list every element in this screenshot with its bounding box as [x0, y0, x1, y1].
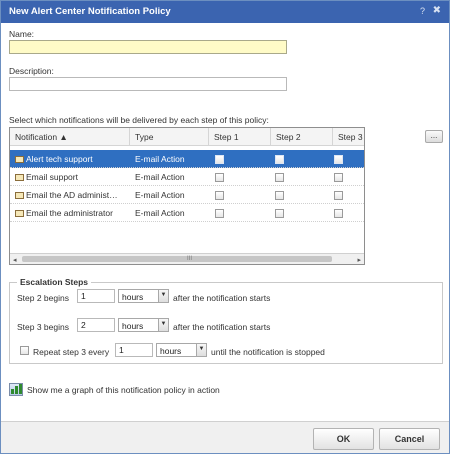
description-input[interactable] — [9, 77, 287, 91]
notification-type: E-mail Action — [135, 154, 185, 164]
step2-checkbox[interactable] — [275, 191, 284, 200]
step3-suffix: after the notification starts — [173, 322, 271, 332]
dialog-title: New Alert Center Notification Policy — [9, 6, 171, 17]
ok-button[interactable]: OK — [313, 428, 374, 450]
repeat-suffix: until the notification is stopped — [211, 347, 325, 357]
step3-unit-select[interactable]: hours ▼ — [118, 318, 169, 332]
scroll-grip-icon: III — [187, 256, 193, 262]
notification-type: E-mail Action — [135, 172, 185, 182]
table-row[interactable]: Email the administrator E-mail Action — [10, 204, 364, 222]
step2-checkbox[interactable] — [275, 209, 284, 218]
step2-value-input[interactable] — [77, 289, 115, 303]
step1-checkbox[interactable] — [215, 155, 224, 164]
repeat-value-input[interactable] — [115, 343, 153, 357]
column-header-step1[interactable]: Step 1 — [209, 128, 271, 146]
step1-checkbox[interactable] — [215, 173, 224, 182]
notification-name: Email the administrator — [26, 208, 113, 218]
step2-begins-label: Step 2 begins — [17, 293, 69, 303]
chevron-down-icon: ▼ — [196, 344, 206, 356]
horizontal-scrollbar[interactable]: ◂ III ▸ — [10, 253, 364, 264]
envelope-icon — [15, 156, 24, 163]
notification-type: E-mail Action — [135, 208, 185, 218]
step2-unit-select[interactable]: hours ▼ — [118, 289, 169, 303]
envelope-icon — [15, 210, 24, 217]
step2-checkbox[interactable] — [275, 173, 284, 182]
notification-name: Email the AD administ… — [26, 190, 118, 200]
notification-type: E-mail Action — [135, 190, 185, 200]
step3-value-input[interactable] — [77, 318, 115, 332]
envelope-icon — [15, 192, 24, 199]
step3-checkbox[interactable] — [334, 191, 343, 200]
help-icon[interactable]: ? — [420, 6, 425, 16]
column-header-step2[interactable]: Step 2 — [271, 128, 333, 146]
description-label: Description: — [9, 66, 54, 76]
grid-header: Notification ▲ Type Step 1 Step 2 Step 3 — [10, 128, 364, 146]
graph-icon[interactable] — [9, 383, 23, 396]
notification-name: Email support — [26, 172, 78, 182]
column-header-notification[interactable]: Notification ▲ — [10, 128, 130, 146]
scroll-right-icon[interactable]: ▸ — [357, 256, 361, 264]
step1-checkbox[interactable] — [215, 191, 224, 200]
step2-checkbox[interactable] — [275, 155, 284, 164]
escalation-steps-legend: Escalation Steps — [17, 277, 92, 287]
step3-checkbox[interactable] — [334, 209, 343, 218]
table-row[interactable]: Email support E-mail Action — [10, 168, 364, 186]
notification-name: Alert tech support — [26, 154, 93, 164]
repeat-step3-checkbox[interactable] — [20, 346, 29, 355]
step3-checkbox[interactable] — [334, 173, 343, 182]
close-icon[interactable]: ✖ — [433, 5, 441, 16]
scrollbar-thumb[interactable]: III — [22, 256, 332, 262]
repeat-unit-select[interactable]: hours ▼ — [156, 343, 207, 357]
name-input[interactable] — [9, 40, 287, 54]
column-header-type[interactable]: Type — [130, 128, 209, 146]
scroll-left-icon[interactable]: ◂ — [13, 256, 17, 264]
name-label: Name: — [9, 29, 35, 39]
step2-suffix: after the notification starts — [173, 293, 271, 303]
table-row[interactable]: Alert tech support E-mail Action — [10, 150, 364, 168]
chevron-down-icon: ▼ — [158, 290, 168, 302]
repeat-step3-label: Repeat step 3 every — [33, 347, 110, 357]
grid-instructions: Select which notifications will be deliv… — [9, 115, 269, 125]
step1-checkbox[interactable] — [215, 209, 224, 218]
cancel-button[interactable]: Cancel — [379, 428, 440, 450]
step3-begins-label: Step 3 begins — [17, 322, 69, 332]
envelope-icon — [15, 174, 24, 181]
notification-grid: Notification ▲ Type Step 1 Step 2 Step 3… — [9, 127, 365, 265]
dialog-window: New Alert Center Notification Policy ? ✖… — [0, 0, 450, 454]
chevron-down-icon: ▼ — [158, 319, 168, 331]
table-row[interactable]: Email the AD administ… E-mail Action — [10, 186, 364, 204]
show-graph-link[interactable]: Show me a graph of this notification pol… — [27, 385, 220, 395]
title-bar: New Alert Center Notification Policy ? ✖ — [1, 1, 449, 23]
step3-checkbox[interactable] — [334, 155, 343, 164]
column-header-step3[interactable]: Step 3 — [333, 128, 364, 146]
more-options-button[interactable]: ... — [425, 130, 443, 143]
